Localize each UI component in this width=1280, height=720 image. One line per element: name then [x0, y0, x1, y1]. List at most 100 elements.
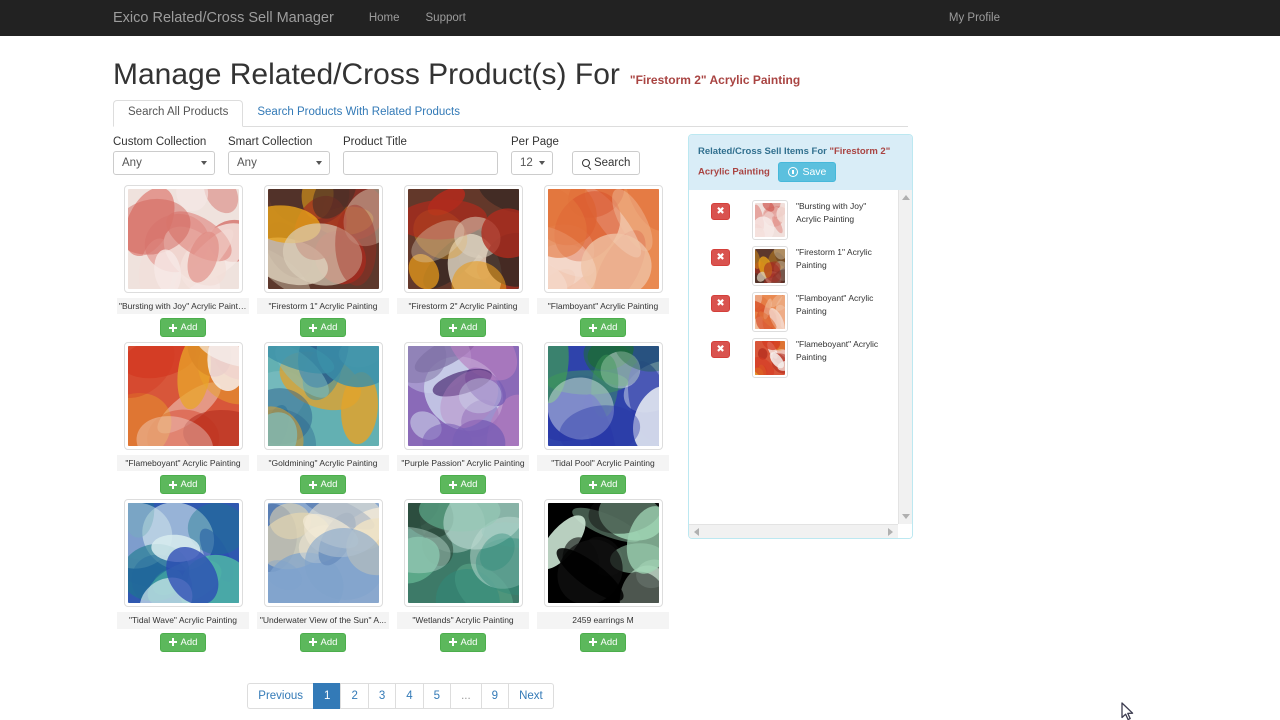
related-item-thumbnail[interactable]: [752, 200, 788, 241]
product-thumbnail[interactable]: [543, 499, 663, 608]
add-product-button[interactable]: Add: [299, 318, 347, 338]
add-button-label: Add: [180, 636, 198, 648]
plus-icon: [168, 480, 177, 489]
product-card: "Flameboyant" Acrylic Painting Add: [113, 342, 253, 495]
chevron-down-icon: [201, 161, 207, 165]
add-product-button[interactable]: Add: [299, 475, 347, 495]
plus-icon: [448, 323, 457, 332]
scroll-left-icon[interactable]: [694, 527, 699, 536]
smart-collection-label: Smart Collection: [228, 136, 313, 148]
related-panel-column: Related/Cross Sell Items For "Firestorm …: [688, 127, 913, 709]
pagination-page-9[interactable]: 9: [480, 682, 509, 709]
product-thumbnail[interactable]: [263, 342, 383, 451]
product-title: "Underwater View of the Sun" A...: [257, 612, 389, 629]
nav-link-support[interactable]: Support: [413, 12, 479, 24]
scroll-down-icon[interactable]: [901, 514, 910, 520]
product-thumbnail[interactable]: [123, 185, 243, 293]
add-product-button[interactable]: Add: [159, 475, 207, 495]
remove-related-item-button[interactable]: ✖: [711, 295, 730, 313]
product-thumbnail[interactable]: [543, 342, 663, 451]
product-title: "Flameboyant" Acrylic Painting: [117, 455, 249, 472]
smart-collection-select[interactable]: Any: [228, 151, 330, 175]
search-button[interactable]: Search: [571, 151, 641, 175]
tab-search-products-with-related[interactable]: Search Products With Related Products: [243, 101, 474, 126]
add-product-button[interactable]: Add: [439, 632, 487, 652]
add-button-label: Add: [180, 322, 198, 334]
pagination-page-5[interactable]: 5: [422, 682, 451, 709]
scroll-up-icon[interactable]: [901, 195, 910, 201]
product-thumbnail[interactable]: [263, 499, 383, 608]
product-card: "Underwater View of the Sun" A... Add: [253, 499, 393, 652]
related-item-thumbnail[interactable]: [752, 292, 788, 333]
related-item-title: "Flameboyant" Acrylic Painting: [796, 339, 879, 362]
product-thumbnail[interactable]: [403, 342, 523, 451]
remove-related-item-button[interactable]: ✖: [711, 203, 730, 221]
pagination-previous[interactable]: Previous: [247, 682, 314, 709]
plus-icon: [448, 638, 457, 647]
add-product-button[interactable]: Add: [579, 475, 627, 495]
product-thumbnail[interactable]: [403, 499, 523, 608]
add-button-label: Add: [180, 479, 198, 491]
product-card: "Firestorm 1" Acrylic Painting Add: [253, 185, 393, 338]
content-columns: Custom Collection Any Smart Collection A…: [113, 127, 1167, 709]
add-button-label: Add: [460, 636, 478, 648]
product-card: "Purple Passion" Acrylic Painting Add: [393, 342, 533, 495]
product-thumbnail[interactable]: [123, 499, 243, 608]
page-title-text: Manage Related/Cross Product(s) For: [113, 58, 620, 91]
page-title-context-product: "Firestorm 2" Acrylic Painting: [629, 73, 801, 87]
custom-collection-value: Any: [122, 157, 142, 169]
remove-related-item-button[interactable]: ✖: [711, 341, 730, 359]
vertical-scrollbar[interactable]: [898, 190, 912, 525]
pagination-page-3[interactable]: 3: [367, 682, 396, 709]
save-button[interactable]: Save: [778, 161, 837, 182]
chevron-down-icon: [316, 161, 322, 165]
related-item-row: ✖ "Bursting with Joy" Acrylic Painting: [689, 196, 897, 242]
related-item-thumbnail[interactable]: [752, 246, 788, 287]
search-results-column: Custom Collection Any Smart Collection A…: [113, 127, 688, 709]
pagination-page-2[interactable]: 2: [340, 682, 368, 709]
add-product-button[interactable]: Add: [579, 318, 627, 338]
brand-title[interactable]: Exico Related/Cross Sell Manager: [113, 10, 334, 26]
product-card: 2459 earrings M Add: [533, 499, 673, 652]
product-thumbnail[interactable]: [263, 185, 383, 293]
product-title-input[interactable]: [343, 151, 498, 175]
add-product-button[interactable]: Add: [439, 475, 487, 495]
plus-icon: [308, 638, 317, 647]
add-button-label: Add: [320, 636, 338, 648]
product-grid: "Bursting with Joy" Acrylic Painting Add…: [113, 185, 688, 657]
product-card: "Bursting with Joy" Acrylic Painting Add: [113, 185, 253, 338]
nav-link-my-profile[interactable]: My Profile: [949, 12, 1000, 24]
product-thumbnail[interactable]: [543, 185, 663, 293]
product-thumbnail[interactable]: [123, 342, 243, 451]
add-product-button[interactable]: Add: [299, 632, 347, 652]
top-navbar: Exico Related/Cross Sell Manager Home Su…: [0, 0, 1280, 36]
per-page-select[interactable]: 12: [511, 151, 553, 175]
add-product-button[interactable]: Add: [159, 632, 207, 652]
related-item-row: ✖ "Flamboyant" Acrylic Painting: [689, 288, 897, 334]
add-button-label: Add: [600, 322, 618, 334]
plus-icon: [448, 480, 457, 489]
nav-link-home[interactable]: Home: [356, 12, 413, 24]
scroll-right-icon[interactable]: [888, 527, 893, 536]
pagination-next[interactable]: Next: [508, 682, 554, 709]
product-title: "Bursting with Joy" Acrylic Painting: [117, 298, 249, 315]
filter-smart-collection: Smart Collection Any: [228, 136, 330, 175]
related-panel-title-prefix: Related/Cross Sell Items For: [698, 146, 827, 157]
related-item-thumbnail[interactable]: [752, 338, 788, 379]
product-title: "Flamboyant" Acrylic Painting: [537, 298, 669, 315]
add-product-button[interactable]: Add: [579, 632, 627, 652]
add-product-button[interactable]: Add: [439, 318, 487, 338]
add-product-button[interactable]: Add: [159, 318, 207, 338]
product-title: "Wetlands" Acrylic Painting: [397, 612, 529, 629]
plus-icon: [588, 480, 597, 489]
horizontal-scrollbar[interactable]: [689, 524, 898, 539]
pagination-page-1[interactable]: 1: [313, 682, 341, 709]
plus-icon: [168, 638, 177, 647]
tab-search-all-products[interactable]: Search All Products: [113, 100, 244, 127]
product-card: "Tidal Wave" Acrylic Painting Add: [113, 499, 253, 652]
pagination-page-4[interactable]: 4: [395, 682, 423, 709]
product-thumbnail[interactable]: [403, 185, 523, 293]
custom-collection-select[interactable]: Any: [113, 151, 215, 175]
remove-related-item-button[interactable]: ✖: [711, 249, 730, 267]
filter-product-title: Product Title: [343, 136, 498, 175]
